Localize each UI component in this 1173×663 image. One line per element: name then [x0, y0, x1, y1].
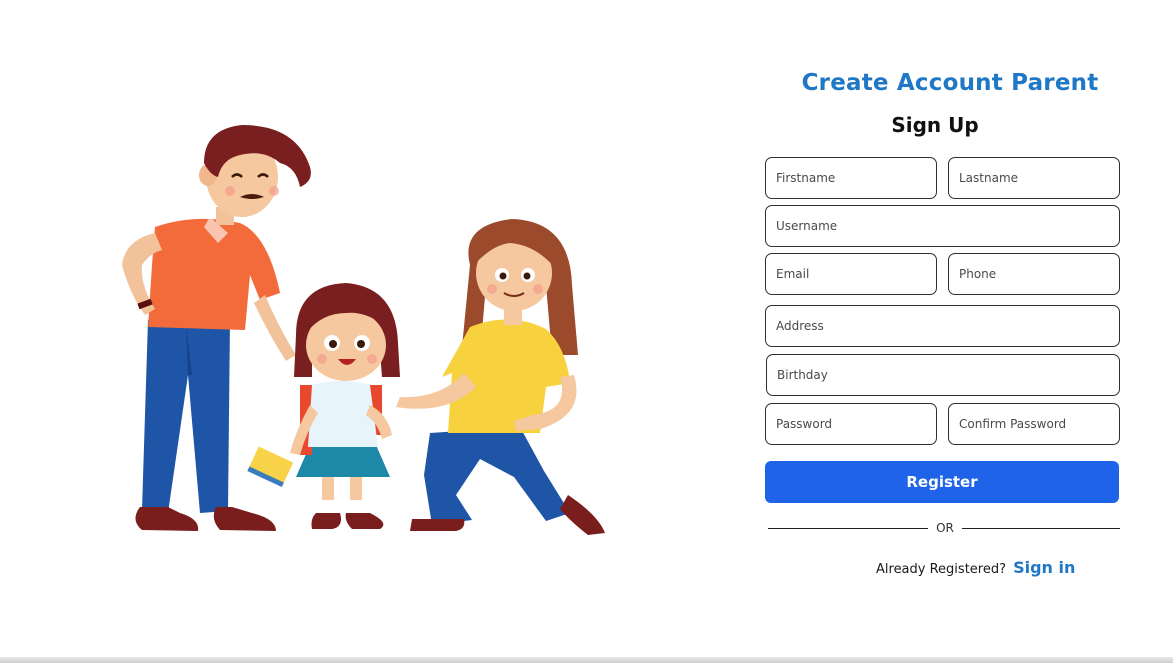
password-input[interactable] [765, 403, 937, 445]
confirm-password-input[interactable] [948, 403, 1120, 445]
form-subtitle: Sign Up [891, 113, 979, 137]
mother-figure [396, 219, 605, 535]
family-illustration [122, 125, 605, 535]
lastname-input[interactable] [948, 157, 1120, 199]
signin-row: Already Registered? Sign in [876, 558, 1075, 577]
firstname-input[interactable] [765, 157, 937, 199]
divider-line-left [768, 528, 928, 529]
window-bottom-edge [0, 657, 1173, 663]
divider-line-right [962, 528, 1120, 529]
address-input[interactable] [765, 305, 1120, 347]
divider-or: OR [936, 521, 954, 535]
email-input[interactable] [765, 253, 937, 295]
birthday-input[interactable] [766, 354, 1120, 396]
signin-prompt: Already Registered? [876, 562, 1006, 577]
page-title: Create Account Parent [801, 70, 1099, 96]
signin-link[interactable]: Sign in [1013, 558, 1075, 577]
register-button[interactable]: Register [765, 461, 1119, 503]
username-input[interactable] [765, 205, 1120, 247]
phone-input[interactable] [948, 253, 1120, 295]
